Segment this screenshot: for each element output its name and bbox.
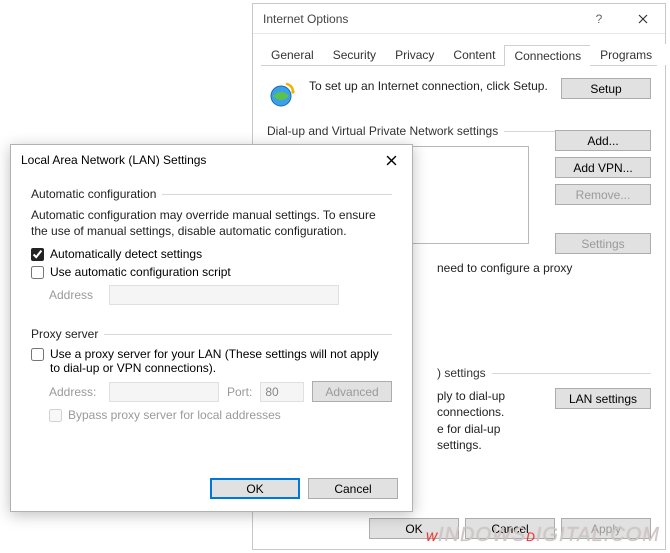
tab-content[interactable]: Content	[443, 44, 505, 65]
tab-advanced[interactable]: Advanced	[661, 44, 670, 65]
auto-script-checkbox-row[interactable]: Use automatic configuration script	[31, 265, 392, 279]
proxy-address-label: Address:	[49, 385, 101, 399]
proxy-port-input	[260, 382, 304, 402]
proxy-advanced-button: Advanced	[312, 381, 391, 402]
lan-settings-window: Local Area Network (LAN) Settings Automa…	[10, 144, 413, 512]
auto-address-label: Address	[49, 288, 101, 302]
internet-options-title: Internet Options	[263, 12, 577, 26]
bypass-checkbox-row: Bypass proxy server for local addresses	[49, 408, 392, 422]
add-button[interactable]: Add...	[555, 130, 651, 151]
lan-close-icon[interactable]	[370, 145, 412, 175]
tab-connections[interactable]: Connections	[504, 45, 591, 66]
bypass-checkbox	[49, 409, 62, 422]
auto-detect-checkbox[interactable]	[31, 248, 44, 261]
lan-title: Local Area Network (LAN) Settings	[21, 153, 370, 167]
setup-text: To set up an Internet connection, click …	[309, 78, 551, 94]
connection-globe-icon	[267, 78, 299, 110]
proxy-port-label: Port:	[227, 385, 252, 399]
add-vpn-button[interactable]: Add VPN...	[555, 157, 651, 178]
lan-ok-button[interactable]: OK	[210, 478, 300, 499]
use-proxy-checkbox-row[interactable]: Use a proxy server for your LAN (These s…	[31, 347, 392, 375]
auto-detect-label: Automatically detect settings	[50, 247, 202, 261]
proxy-hint-partial: need to configure a proxy	[437, 260, 651, 276]
watermark: WWINDOWSDIGITAL.COMINDOWSDIGITAL.COM	[426, 524, 660, 547]
tab-general[interactable]: General	[261, 44, 324, 65]
close-icon[interactable]	[621, 4, 665, 34]
remove-button: Remove...	[555, 184, 651, 205]
lan-titlebar: Local Area Network (LAN) Settings	[11, 145, 412, 175]
auto-detect-checkbox-row[interactable]: Automatically detect settings	[31, 247, 392, 261]
internet-options-titlebar: Internet Options ?	[253, 4, 665, 34]
bypass-label: Bypass proxy server for local addresses	[68, 408, 281, 422]
lan-group-label: ) settings	[437, 366, 651, 380]
settings-button: Settings	[555, 233, 651, 254]
proxy-legend: Proxy server	[31, 327, 98, 341]
lan-text: ply to dial-up connections. e for dial-u…	[437, 388, 545, 453]
tab-security[interactable]: Security	[323, 44, 386, 65]
tab-privacy[interactable]: Privacy	[385, 44, 444, 65]
tab-programs[interactable]: Programs	[590, 44, 662, 65]
use-proxy-checkbox[interactable]	[31, 348, 44, 361]
auto-config-hint: Automatic configuration may override man…	[31, 207, 392, 239]
automatic-configuration-group: Automatic configuration Automatic config…	[21, 181, 402, 315]
setup-button[interactable]: Setup	[561, 78, 651, 99]
lan-footer: OK Cancel	[210, 478, 398, 499]
auto-address-input	[109, 285, 339, 305]
lan-cancel-button[interactable]: Cancel	[308, 478, 398, 499]
tab-strip: General Security Privacy Content Connect…	[261, 42, 657, 66]
proxy-server-group: Proxy server Use a proxy server for your…	[21, 321, 402, 436]
auto-script-label: Use automatic configuration script	[50, 265, 231, 279]
use-proxy-label: Use a proxy server for your LAN (These s…	[50, 347, 392, 375]
dialup-side-buttons: Add... Add VPN... Remove... Settings	[555, 130, 651, 254]
auto-script-checkbox[interactable]	[31, 266, 44, 279]
proxy-address-input	[109, 382, 219, 402]
auto-config-legend: Automatic configuration	[31, 187, 156, 201]
lan-settings-button[interactable]: LAN settings	[555, 388, 651, 409]
help-button[interactable]: ?	[577, 4, 621, 34]
